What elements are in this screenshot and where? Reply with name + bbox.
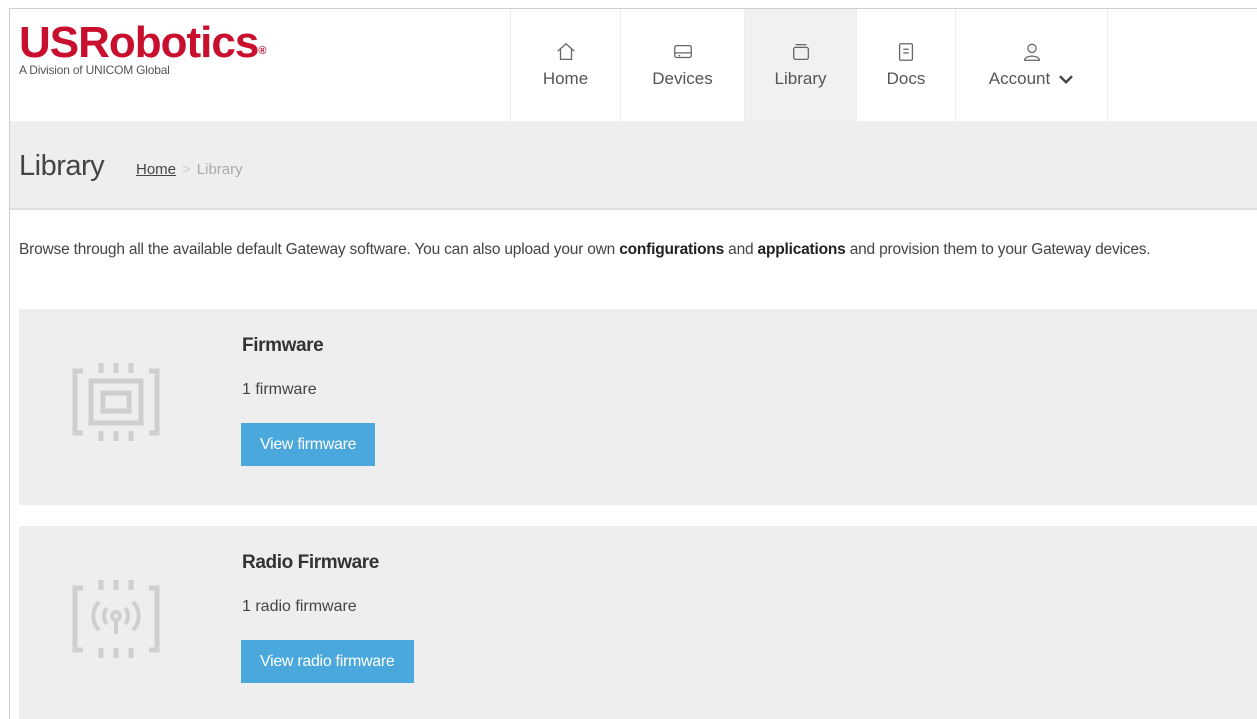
radio-firmware-count: 1 radio firmware xyxy=(242,598,357,615)
view-radio-firmware-button[interactable]: View radio firmware xyxy=(241,640,414,683)
nav-account-label: Account xyxy=(988,69,1051,88)
intro-text: Browse through all the available default… xyxy=(19,241,1151,258)
nav-devices-label: Devices xyxy=(652,69,713,88)
nav-devices[interactable]: Devices xyxy=(621,9,745,121)
brand-logo[interactable]: USRobotics® A Division of UNICOM Global xyxy=(19,18,266,78)
view-firmware-button[interactable]: View firmware xyxy=(241,423,376,466)
firmware-count: 1 firmware xyxy=(242,381,317,398)
logo-wordmark: USRobotics® xyxy=(19,18,266,67)
intro-applications: applications xyxy=(757,241,846,258)
app-frame: USRobotics® A Division of UNICOM Global … xyxy=(9,8,1257,719)
firmware-card: Firmware 1 firmware View firmware xyxy=(19,309,1257,505)
firmware-title: Firmware xyxy=(242,335,324,356)
intro-configurations: configurations xyxy=(619,241,725,258)
nav-docs[interactable]: Docs xyxy=(857,9,956,121)
library-icon xyxy=(792,44,809,60)
breadcrumb-current: Library xyxy=(196,161,243,178)
header: USRobotics® A Division of UNICOM Global … xyxy=(10,9,1257,121)
radio-chip-icon xyxy=(72,580,160,658)
nav-library-label: Library xyxy=(774,69,827,88)
page-title-bar: Library Home > Library xyxy=(10,121,1257,210)
chip-icon xyxy=(72,363,160,441)
nav-home[interactable]: Home xyxy=(510,9,621,121)
breadcrumb: Home > Library xyxy=(136,161,243,178)
user-icon xyxy=(1023,43,1040,61)
page-title: Library xyxy=(19,150,105,182)
nav-docs-label: Docs xyxy=(886,69,926,88)
radio-firmware-title: Radio Firmware xyxy=(242,552,379,573)
home-icon xyxy=(556,42,575,60)
docs-icon xyxy=(898,43,914,61)
nav-home-label: Home xyxy=(542,69,589,88)
nav-account-row: Account xyxy=(989,69,1074,89)
chevron-down-icon[interactable] xyxy=(1058,74,1074,85)
main-nav: Home Devices Library Docs Account xyxy=(510,9,1108,121)
radio-firmware-card: Radio Firmware 1 radio firmware View rad… xyxy=(19,526,1257,719)
nav-account[interactable]: Account xyxy=(956,9,1108,121)
devices-icon xyxy=(673,44,692,59)
breadcrumb-home-link[interactable]: Home xyxy=(136,161,176,178)
breadcrumb-separator: > xyxy=(182,161,191,178)
nav-library[interactable]: Library xyxy=(745,9,857,121)
